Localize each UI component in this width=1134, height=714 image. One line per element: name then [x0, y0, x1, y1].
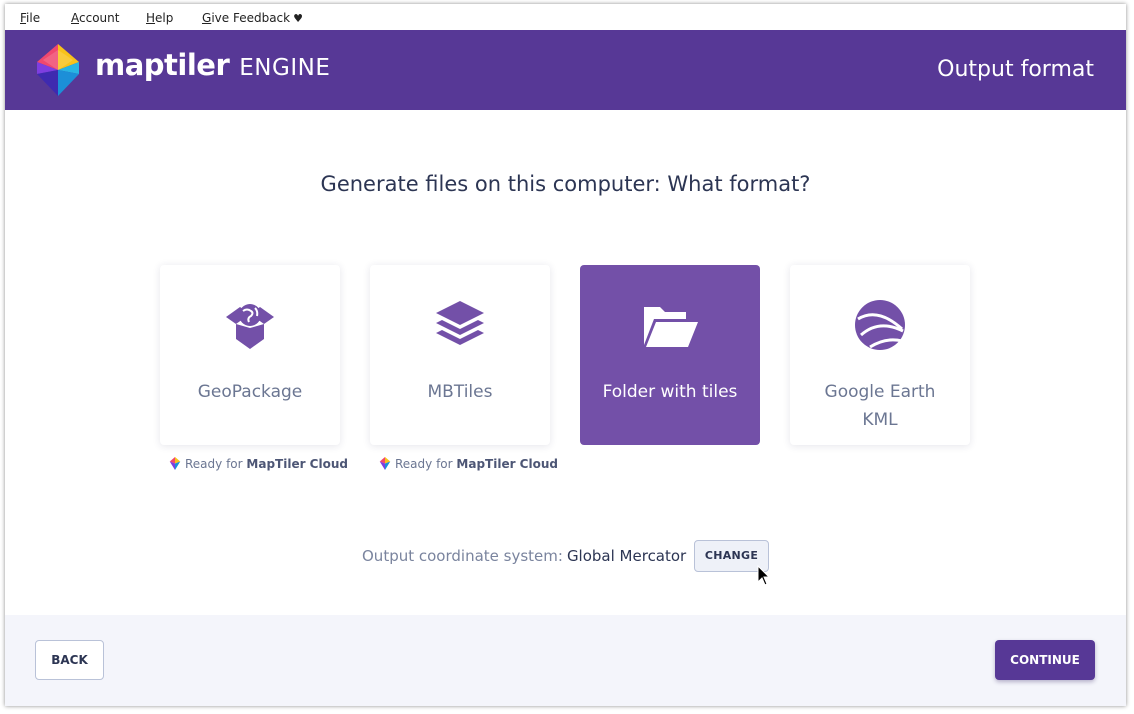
- brand-name: maptiler ENGINE: [95, 48, 331, 82]
- cloud-ready-note-geopackage: Ready for MapTiler Cloud: [169, 457, 348, 471]
- format-card-geopackage[interactable]: GeoPackage: [160, 265, 340, 445]
- folder-open-icon: [644, 307, 698, 347]
- maptiler-logo-icon: [379, 457, 391, 470]
- menu-bar: File Account Help Give Feedback ♥: [5, 4, 1126, 30]
- continue-button[interactable]: CONTINUE: [995, 640, 1095, 680]
- format-question: Generate files on this computer: What fo…: [320, 172, 811, 196]
- layers-icon: [436, 301, 484, 345]
- footer-bar: BACK CONTINUE: [5, 615, 1126, 706]
- menu-give-feedback[interactable]: Give Feedback ♥: [202, 11, 303, 25]
- app-window: File Account Help Give Feedback ♥ maptile…: [5, 4, 1126, 706]
- google-earth-icon: [855, 300, 905, 350]
- mouse-cursor-icon: [757, 565, 771, 586]
- open-box-globe-icon: [226, 304, 274, 349]
- coordinate-system: Output coordinate system: Global Mercator: [362, 547, 687, 565]
- coordinate-system-value: Global Mercator: [566, 547, 687, 565]
- menu-account[interactable]: Account: [71, 11, 119, 25]
- format-card-google-earth-kml[interactable]: Google Earth KML: [790, 265, 970, 445]
- app-header: maptiler ENGINE Output format: [5, 30, 1126, 110]
- maptiler-logo-icon: [37, 44, 79, 96]
- format-card-folder-with-tiles[interactable]: Folder with tiles: [580, 265, 760, 445]
- cloud-ready-note-mbtiles: Ready for MapTiler Cloud: [379, 457, 558, 471]
- menu-help[interactable]: Help: [146, 11, 173, 25]
- menu-file[interactable]: File: [20, 11, 40, 25]
- format-card-mbtiles[interactable]: MBTiles: [370, 265, 550, 445]
- back-button[interactable]: BACK: [35, 640, 104, 680]
- page-title: Output format: [937, 57, 1094, 82]
- maptiler-logo-icon: [169, 457, 181, 470]
- heart-icon: ♥: [293, 12, 303, 25]
